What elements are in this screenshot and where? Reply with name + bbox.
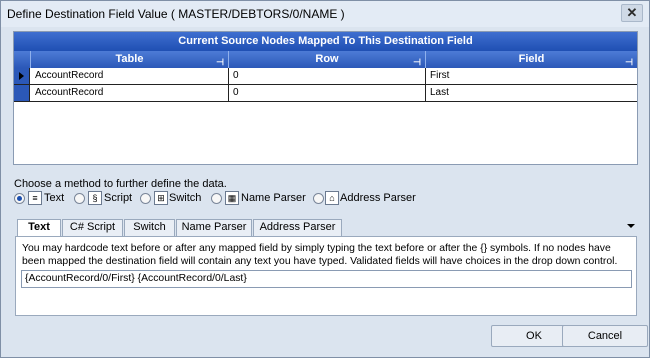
table-row[interactable]: AccountRecord 0 Last xyxy=(14,85,637,102)
radio-text[interactable]: ≡ Text xyxy=(14,191,74,207)
radio-button[interactable] xyxy=(140,193,151,204)
script-icon: § xyxy=(88,191,102,205)
radio-button[interactable] xyxy=(313,193,324,204)
tab-name-parser[interactable]: Name Parser xyxy=(176,219,252,236)
radio-script[interactable]: § Script xyxy=(74,191,144,207)
radio-switch[interactable]: ⊞ Switch xyxy=(140,191,212,207)
grid-header: Table ⊣ Row ⊣ Field ⊣ xyxy=(14,51,637,68)
tab-dropdown-icon[interactable] xyxy=(627,224,635,228)
tab-address-parser[interactable]: Address Parser xyxy=(253,219,342,236)
cell-row[interactable]: 0 xyxy=(229,85,426,101)
column-header-label: Row xyxy=(315,53,339,65)
radio-button[interactable] xyxy=(211,193,222,204)
radio-button[interactable] xyxy=(74,193,85,204)
radio-label: Script xyxy=(104,192,133,204)
tab-text[interactable]: Text xyxy=(17,219,61,237)
address-parser-icon: ⌂ xyxy=(325,191,339,205)
grid-caption: Current Source Nodes Mapped To This Dest… xyxy=(14,32,637,51)
cell-field[interactable]: First xyxy=(426,68,637,84)
dialog-window: Define Destination Field Value ( MASTER/… xyxy=(0,0,650,358)
text-tab-panel: You may hardcode text before or after an… xyxy=(15,236,637,316)
cell-table[interactable]: AccountRecord xyxy=(31,68,229,84)
close-button[interactable]: ✕ xyxy=(621,4,643,22)
mapped-nodes-grid: Current Source Nodes Mapped To This Dest… xyxy=(13,31,638,165)
method-prompt: Choose a method to further define the da… xyxy=(14,178,227,190)
cell-row[interactable]: 0 xyxy=(229,68,426,84)
radio-label: Switch xyxy=(169,192,202,204)
text-icon: ≡ xyxy=(28,191,42,205)
radio-label: Text xyxy=(44,192,65,204)
cell-field[interactable]: Last xyxy=(426,85,637,101)
cancel-button[interactable]: Cancel xyxy=(562,325,648,347)
tab-switch[interactable]: Switch xyxy=(124,219,175,236)
tab-csharp-script[interactable]: C# Script xyxy=(62,219,123,236)
column-header-row[interactable]: Row ⊣ xyxy=(229,51,426,68)
name-parser-icon: ▦ xyxy=(225,191,239,205)
title-bar: Define Destination Field Value ( MASTER/… xyxy=(1,1,649,27)
column-header-label: Table xyxy=(115,53,144,65)
column-header-label: Field xyxy=(518,53,545,65)
switch-icon: ⊞ xyxy=(154,191,168,205)
window-title: Define Destination Field Value ( MASTER/… xyxy=(7,7,345,21)
radio-address-parser[interactable]: ⌂ Address Parser xyxy=(313,191,423,207)
row-indicator-header xyxy=(14,51,31,68)
radio-name-parser[interactable]: ▦ Name Parser xyxy=(211,191,311,207)
column-header-table[interactable]: Table ⊣ xyxy=(31,51,229,68)
current-row-indicator xyxy=(14,68,30,84)
row-indicator xyxy=(14,85,30,101)
text-instructions: You may hardcode text before or after an… xyxy=(22,243,618,267)
tab-strip: Text C# Script Switch Name Parser Addres… xyxy=(15,219,637,237)
table-row[interactable]: AccountRecord 0 First xyxy=(14,68,637,85)
destination-text-input[interactable]: {AccountRecord/0/First} {AccountRecord/0… xyxy=(21,270,632,288)
column-header-field[interactable]: Field ⊣ xyxy=(426,51,637,68)
radio-label: Name Parser xyxy=(241,192,306,204)
cell-table[interactable]: AccountRecord xyxy=(31,85,229,101)
row-arrow-icon xyxy=(19,72,24,80)
radio-label: Address Parser xyxy=(340,192,416,204)
radio-button[interactable] xyxy=(14,193,25,204)
